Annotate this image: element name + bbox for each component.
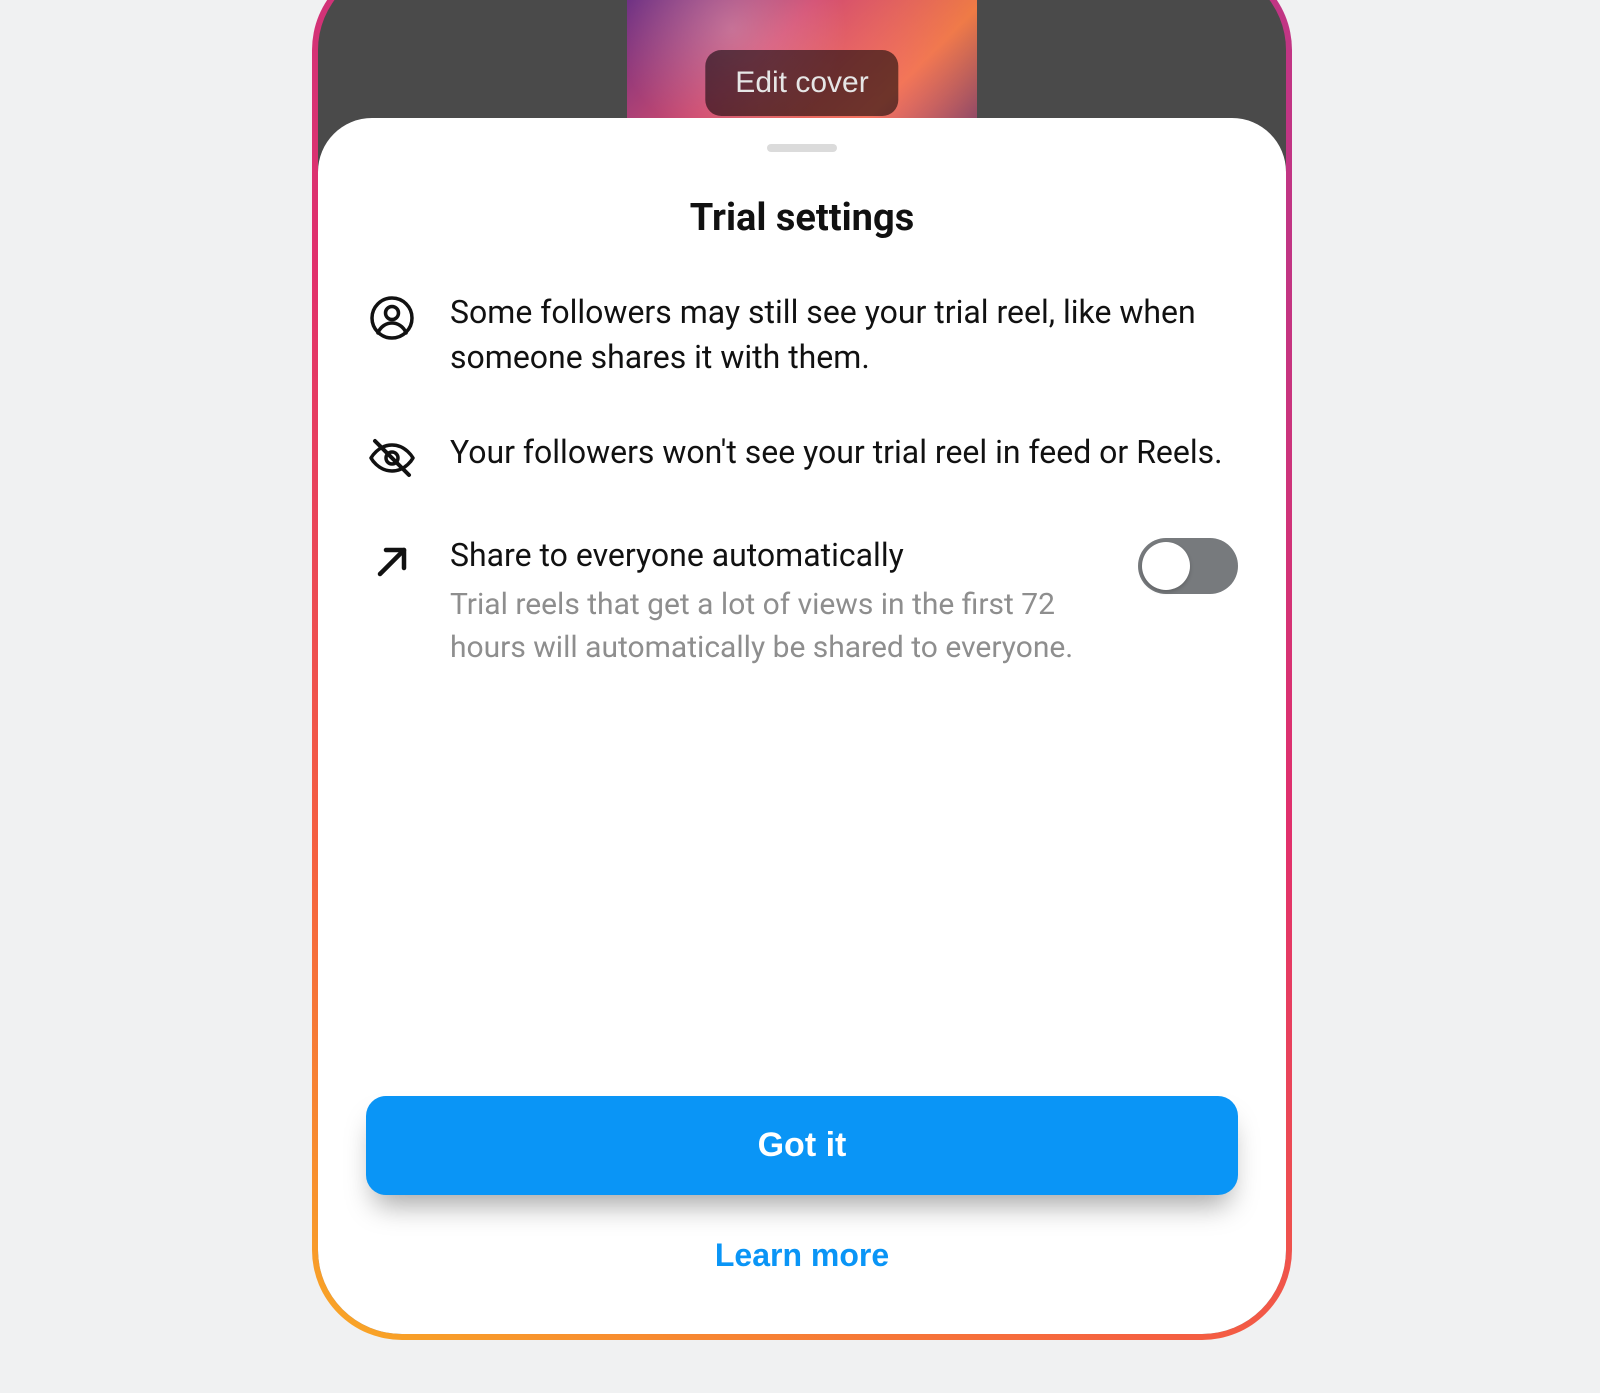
- info-row-text: Some followers may still see your trial …: [450, 290, 1238, 380]
- sheet-title: Trial settings: [366, 196, 1238, 240]
- person-circle-icon: [366, 292, 418, 344]
- info-text: Some followers may still see your trial …: [450, 290, 1238, 380]
- learn-more-label: Learn more: [715, 1237, 889, 1273]
- setting-row-text: Share to everyone automatically Trial re…: [450, 534, 1096, 670]
- setting-heading: Share to everyone automatically: [450, 534, 1096, 577]
- toggle-knob: [1142, 542, 1190, 590]
- info-row-followers-may-see: Some followers may still see your trial …: [366, 290, 1238, 380]
- eye-off-icon: [366, 432, 418, 484]
- edit-cover-label: Edit cover: [735, 66, 868, 99]
- sheet-actions: Got it Learn more: [366, 1096, 1238, 1274]
- got-it-label: Got it: [758, 1126, 847, 1164]
- phone-screen: Edit cover Trial settings: [318, 0, 1286, 1334]
- arrow-up-right-icon: [366, 536, 418, 588]
- info-row-text: Your followers won't see your trial reel…: [450, 430, 1238, 475]
- setting-row-auto-share: Share to everyone automatically Trial re…: [366, 534, 1238, 670]
- got-it-button[interactable]: Got it: [366, 1096, 1238, 1195]
- learn-more-link[interactable]: Learn more: [366, 1237, 1238, 1274]
- setting-subtext: Trial reels that get a lot of views in t…: [450, 583, 1096, 670]
- info-text: Your followers won't see your trial reel…: [450, 430, 1238, 475]
- edit-cover-button[interactable]: Edit cover: [705, 50, 898, 116]
- auto-share-toggle[interactable]: [1138, 538, 1238, 594]
- bottom-sheet: Trial settings Some followers may still …: [318, 118, 1286, 1334]
- phone-frame: Edit cover Trial settings: [312, 0, 1292, 1340]
- sheet-grabber[interactable]: [767, 144, 837, 152]
- app-canvas: Edit cover Trial settings: [0, 0, 1600, 1393]
- info-row-hidden-from-feed: Your followers won't see your trial reel…: [366, 430, 1238, 484]
- toggle-container: [1138, 534, 1238, 594]
